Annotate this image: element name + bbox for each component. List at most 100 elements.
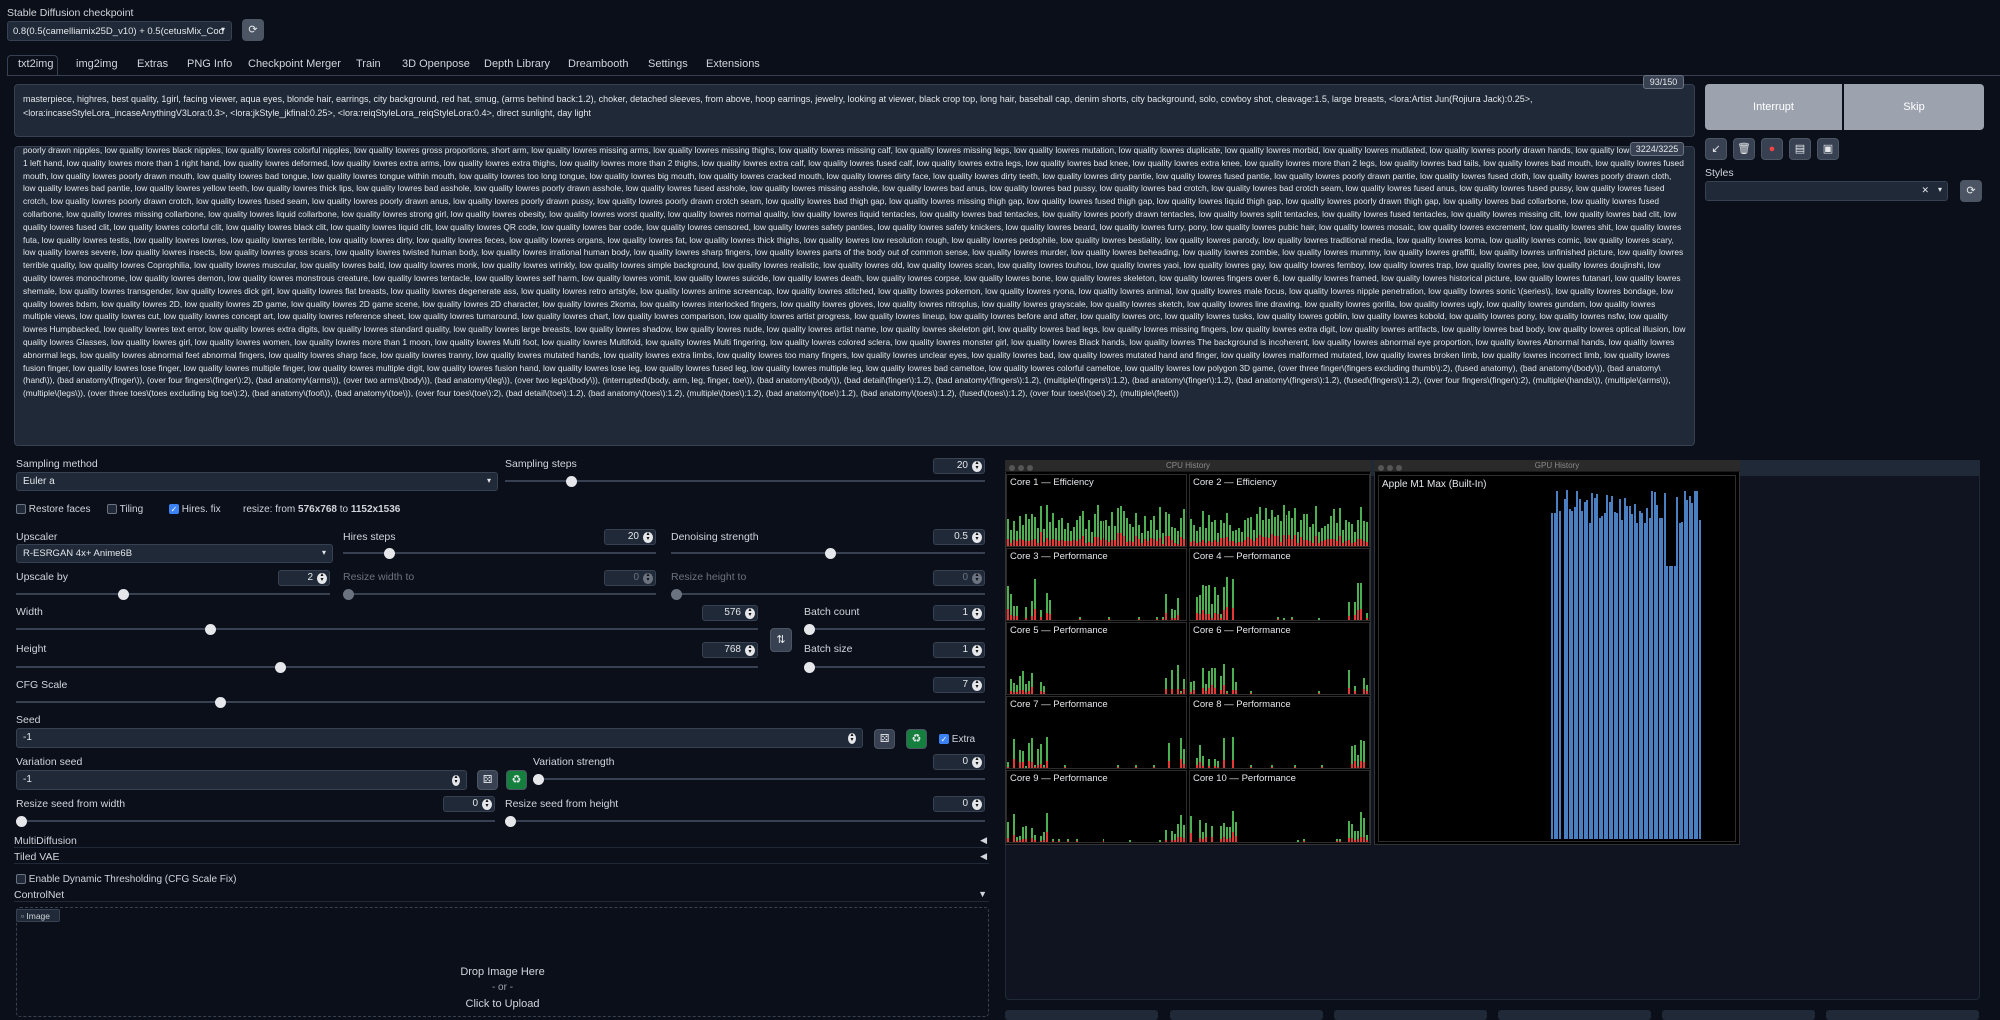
stepper-icon[interactable]: ▴ ▾ (972, 531, 982, 543)
resize-height-slider[interactable] (671, 589, 682, 600)
batch-size-input[interactable]: 1 ▴ ▾ (933, 642, 985, 658)
hires-fix-checkbox[interactable]: Hires. fix (169, 504, 221, 515)
stepper-icon[interactable]: ▴ ▾ (643, 572, 653, 584)
tiled-vae-accordion[interactable]: Tiled VAE ◀ (14, 851, 989, 864)
skip-button[interactable]: Skip (1844, 84, 1984, 130)
clipboard-icon[interactable]: ▤ (1789, 138, 1811, 160)
checkpoint-select[interactable]: 0.8(0.5(camelliamix25D_v10) + 0.5(cetusM… (7, 21, 232, 41)
stepper-icon[interactable]: ▴ ▾ (317, 572, 327, 584)
gallery-button[interactable] (1334, 1010, 1487, 1020)
tab-txt2img[interactable]: txt2img (18, 58, 53, 76)
dice-icon[interactable]: ⚄ (874, 729, 895, 749)
trash-icon[interactable]: 🗑 (1733, 138, 1755, 160)
upscale-by-slider[interactable] (118, 589, 129, 600)
stepper-icon[interactable]: ▴ ▾ (643, 531, 653, 543)
seed-input[interactable]: -1 ▴ ▾ (16, 728, 863, 748)
stepper-icon[interactable]: ▴ ▾ (482, 798, 492, 810)
width-input[interactable]: 576 ▴ ▾ (702, 605, 758, 621)
checkbox-checked-icon (939, 734, 949, 745)
variation-strength-slider[interactable] (533, 774, 544, 785)
resize-seed-width-slider[interactable] (16, 816, 27, 827)
denoising-slider[interactable] (825, 548, 836, 559)
batch-count-input[interactable]: 1 ▴ ▾ (933, 605, 985, 621)
tab-dreambooth[interactable]: Dreambooth (568, 58, 629, 76)
style-icon[interactable]: ● (1761, 138, 1783, 160)
gallery-button[interactable] (1170, 1010, 1323, 1020)
tab-img2img[interactable]: img2img (76, 58, 118, 76)
tab-settings[interactable]: Settings (648, 58, 688, 76)
stepper-icon[interactable]: ▴ ▾ (972, 756, 982, 768)
swap-dimensions-icon[interactable]: ⇅ (770, 628, 792, 652)
negative-prompt-input[interactable]: poorly drawn nipples, low quality lowres… (14, 146, 1695, 446)
paste-icon[interactable]: ↙ (1705, 138, 1727, 160)
sampling-steps-input[interactable]: 20 ▴ ▾ (933, 458, 985, 474)
tab-checkpoint-merger[interactable]: Checkpoint Merger (248, 58, 341, 76)
dice-icon[interactable]: ⚄ (477, 770, 498, 790)
tab-png-info[interactable]: PNG Info (187, 58, 232, 76)
stepper-icon[interactable]: ▴ ▾ (972, 607, 982, 619)
dynamic-threshold-checkbox[interactable]: Enable Dynamic Thresholding (CFG Scale F… (16, 874, 236, 885)
multidiffusion-accordion[interactable]: MultiDiffusion ◀ (14, 835, 989, 848)
gallery-button[interactable] (1826, 1010, 1979, 1020)
stepper-icon[interactable]: ▴ ▾ (972, 798, 982, 810)
window-controls[interactable] (1378, 463, 1405, 475)
denoising-input[interactable]: 0.5 ▴ ▾ (933, 529, 985, 545)
height-slider[interactable] (275, 662, 286, 673)
save-icon[interactable]: ▣ (1817, 138, 1839, 160)
interrupt-button[interactable]: Interrupt (1705, 84, 1842, 130)
resize-seed-width-input[interactable]: 0 ▴ ▾ (443, 796, 495, 812)
prompt-input[interactable]: masterpiece, highres, best quality, 1gir… (14, 84, 1695, 137)
sampling-method-select[interactable]: Euler a ▾ (16, 472, 498, 491)
batch-count-slider[interactable] (804, 624, 815, 635)
tab-train[interactable]: Train (356, 58, 381, 76)
gallery-button[interactable] (1005, 1010, 1158, 1020)
restore-faces-checkbox[interactable]: Restore faces (16, 504, 90, 515)
upscaler-select[interactable]: R-ESRGAN 4x+ Anime6B ▾ (16, 544, 333, 563)
clear-icon[interactable]: ✕ (1921, 185, 1929, 196)
resize-width-input[interactable]: 0 ▴ ▾ (604, 570, 656, 586)
tab-extensions[interactable]: Extensions (706, 58, 760, 76)
tab-3d-openpose[interactable]: 3D Openpose (402, 58, 470, 76)
multidiffusion-label: MultiDiffusion (14, 835, 77, 847)
sampling-steps-slider[interactable] (566, 476, 577, 487)
variation-seed-input[interactable]: -1 ▴ ▾ (16, 770, 467, 790)
resize-width-value: 0 (633, 572, 639, 583)
variation-strength-input[interactable]: 0 ▴ ▾ (933, 754, 985, 770)
gallery-button[interactable] (1498, 1010, 1651, 1020)
stepper-icon[interactable]: ▴ ▾ (972, 679, 982, 691)
recycle-icon[interactable]: ♻ (506, 770, 527, 790)
gallery-button[interactable] (1662, 1010, 1815, 1020)
height-input[interactable]: 768 ▴ ▾ (702, 642, 758, 658)
stepper-icon[interactable]: ▴ ▾ (745, 644, 755, 656)
upscale-by-input[interactable]: 2 ▴ ▾ (278, 570, 330, 586)
cfg-input[interactable]: 7 ▴ ▾ (933, 677, 985, 693)
tiling-checkbox[interactable]: Tiling (107, 504, 143, 515)
resize-height-input[interactable]: 0 ▴ ▾ (933, 570, 985, 586)
cpu-core-panel: Core 1 — Efficiency (1006, 474, 1187, 547)
stepper-icon[interactable]: ▴ ▾ (972, 460, 982, 472)
resize-seed-height-input[interactable]: 0 ▴ ▾ (933, 796, 985, 812)
width-slider[interactable] (205, 624, 216, 635)
styles-select[interactable]: ✕ ▾ (1705, 181, 1948, 201)
cfg-slider[interactable] (215, 697, 226, 708)
stepper-icon[interactable]: ▴ ▾ (972, 644, 982, 656)
tab-depth-library[interactable]: Depth Library (484, 58, 550, 76)
refresh-icon[interactable]: ⟳ (242, 19, 264, 41)
stepper-icon[interactable]: ▴ ▾ (452, 774, 460, 786)
cpu-core-bars (1190, 564, 1369, 620)
resize-seed-height-slider[interactable] (505, 816, 516, 827)
gpu-history-titlebar: GPU History (1374, 460, 1740, 472)
stepper-icon[interactable]: ▴ ▾ (848, 732, 856, 744)
sampling-steps-value: 20 (956, 460, 968, 471)
recycle-icon[interactable]: ♻ (906, 729, 927, 749)
stepper-icon[interactable]: ▴ ▾ (972, 572, 982, 584)
resize-width-slider[interactable] (343, 589, 354, 600)
tab-extras[interactable]: Extras (137, 58, 168, 76)
batch-size-slider[interactable] (804, 662, 815, 673)
hires-steps-slider[interactable] (384, 548, 395, 559)
extra-checkbox[interactable]: Extra (939, 734, 975, 745)
hires-steps-input[interactable]: 20 ▴ ▾ (604, 529, 656, 545)
refresh-styles-icon[interactable]: ⟳ (1960, 180, 1982, 202)
controlnet-accordion[interactable]: ControlNet ▼ (14, 889, 989, 902)
stepper-icon[interactable]: ▴ ▾ (745, 607, 755, 619)
